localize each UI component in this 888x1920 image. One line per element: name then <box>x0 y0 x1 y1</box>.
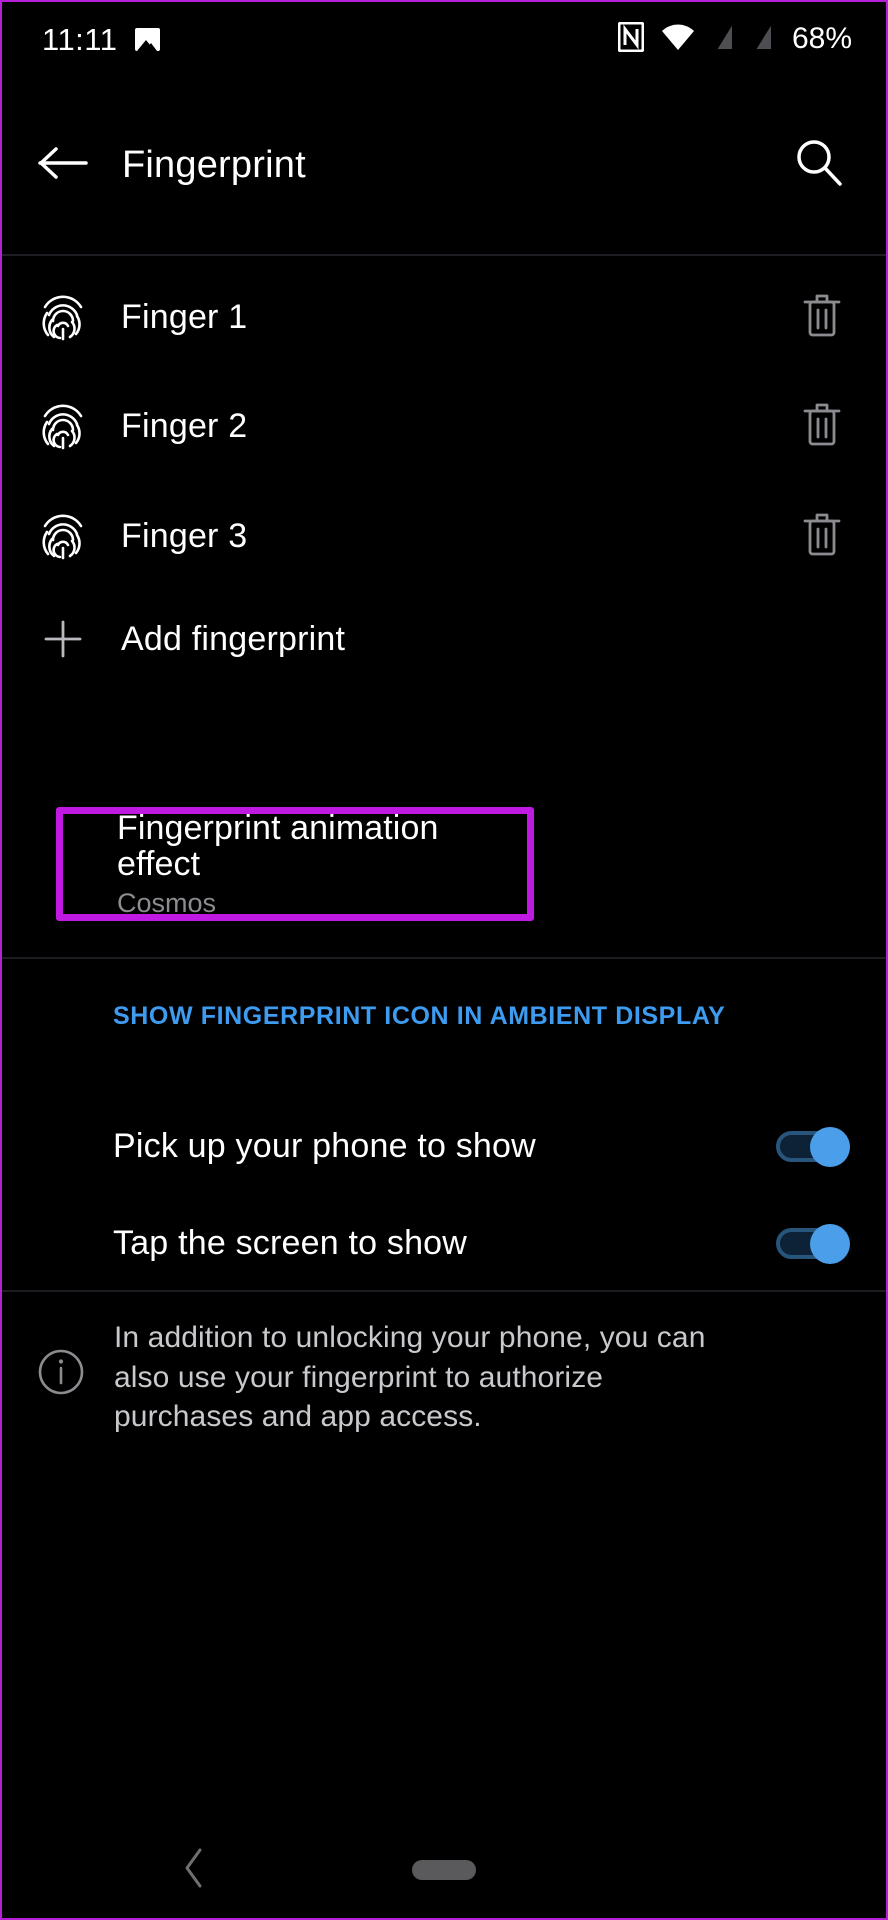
add-fingerprint-row[interactable]: Add fingerprint <box>2 584 886 694</box>
nav-back-button[interactable] <box>172 1848 216 1892</box>
chevron-left-icon <box>181 1847 207 1894</box>
trash-icon <box>801 399 843 454</box>
page-title: Fingerprint <box>122 143 306 186</box>
delete-fingerprint-button-3[interactable] <box>798 510 846 562</box>
toggle-label: Pick up your phone to show <box>113 1126 536 1165</box>
settings-list: Finger 1 Finger 2 Finger 3 Add fingerpri… <box>2 254 886 1918</box>
status-bar-left: 11:11 <box>42 21 161 57</box>
fingerprint-row-1[interactable]: Finger 1 <box>2 262 886 372</box>
fingerprint-row-2[interactable]: Finger 2 <box>2 371 886 481</box>
app-header: Fingerprint <box>2 76 886 254</box>
photo-icon <box>135 27 161 51</box>
add-fingerprint-label: Add fingerprint <box>121 619 346 658</box>
delete-fingerprint-button-2[interactable] <box>798 400 846 452</box>
fingerprint-label: Finger 2 <box>121 406 248 445</box>
fingerprint-label: Finger 3 <box>121 516 248 555</box>
phone-screen: 11:11 68% Fingerprint Finger 1 Finger 2 … <box>0 0 888 1920</box>
signal-no-sim-2-icon <box>751 20 773 56</box>
back-button[interactable] <box>32 134 94 196</box>
toggle-switch-pickup-phone[interactable] <box>776 1127 850 1167</box>
fingerprint-animation-effect-title: Fingerprint animation effect <box>117 808 439 883</box>
toggle-row-pickup-phone[interactable]: Pick up your phone to show <box>2 1094 886 1198</box>
info-block: In addition to unlocking your phone, you… <box>2 1318 886 1437</box>
status-bar-clock: 11:11 <box>42 21 118 57</box>
nav-home-pill[interactable] <box>412 1860 476 1880</box>
status-bar-right: 68% <box>617 20 852 57</box>
system-navigation-bar <box>2 1822 886 1918</box>
signal-no-sim-icon <box>712 20 734 56</box>
toggle-switch-tap-screen[interactable] <box>776 1224 850 1264</box>
fingerprint-animation-effect-value: Cosmos <box>117 888 217 919</box>
nfc-icon <box>617 21 645 57</box>
fingerprint-icon <box>40 400 86 452</box>
fingerprint-animation-effect-content: Fingerprint animation effect Cosmos <box>63 808 527 919</box>
wifi-icon <box>661 23 695 56</box>
trash-icon <box>801 290 843 345</box>
delete-fingerprint-button-1[interactable] <box>798 291 846 343</box>
search-icon <box>793 137 845 194</box>
plus-icon <box>40 617 86 661</box>
arrow-left-icon <box>38 146 88 185</box>
battery-percent-label: 68% <box>791 22 852 55</box>
trash-icon <box>801 509 843 564</box>
toggle-row-tap-screen[interactable]: Tap the screen to show <box>2 1191 886 1295</box>
toggle-thumb <box>810 1127 850 1167</box>
toggle-label: Tap the screen to show <box>113 1223 468 1262</box>
fingerprint-animation-effect-row[interactable]: Fingerprint animation effect Cosmos <box>56 807 534 921</box>
search-button[interactable] <box>788 134 850 196</box>
ambient-section-divider <box>2 957 886 959</box>
fingerprint-icon <box>40 510 86 562</box>
info-text: In addition to unlocking your phone, you… <box>114 1321 706 1434</box>
info-section-divider <box>2 1290 886 1292</box>
info-circle-icon <box>37 1348 85 1396</box>
fingerprint-row-3[interactable]: Finger 3 <box>2 481 886 591</box>
toggle-thumb <box>810 1224 850 1264</box>
fingerprint-label: Finger 1 <box>121 297 248 336</box>
ambient-section-header: SHOW FINGERPRINT ICON IN AMBIENT DISPLAY <box>113 1002 726 1030</box>
status-bar: 11:11 68% <box>2 2 886 76</box>
fingerprint-icon <box>40 291 86 343</box>
